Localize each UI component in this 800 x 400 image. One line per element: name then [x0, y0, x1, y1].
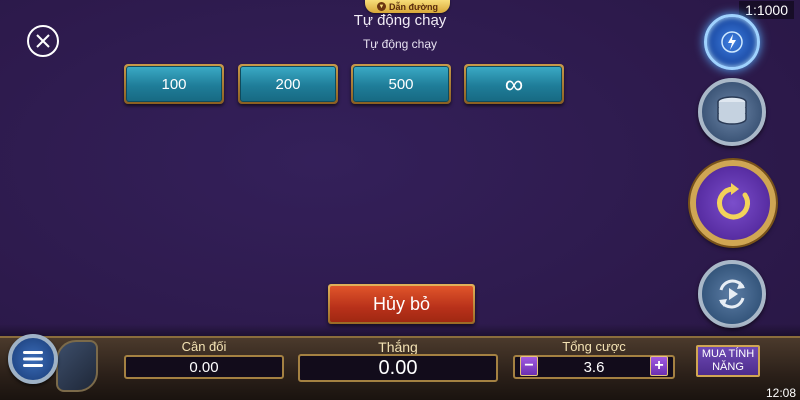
page-subtitle: Tự động chạy	[362, 37, 438, 51]
autoplay-option-infinite[interactable]: ∞	[464, 64, 564, 104]
decrease-bet-button[interactable]: −	[520, 356, 538, 376]
page-title: Tự động chạy	[353, 12, 447, 29]
status-time: 12:08	[765, 386, 796, 400]
spin-button[interactable]	[698, 260, 766, 328]
bet-settings-button[interactable]	[698, 78, 766, 146]
bottom-shadow	[0, 324, 800, 336]
coin-stack-icon	[717, 96, 747, 125]
close-icon	[36, 34, 50, 48]
rate-label: 1:1000	[739, 1, 794, 19]
infinity-icon: ∞	[466, 66, 562, 102]
close-button[interactable]	[27, 25, 59, 57]
autoplay-option-label: 200	[240, 66, 336, 102]
refresh-play-icon	[719, 279, 745, 309]
cancel-button[interactable]: Hủy bỏ	[328, 284, 475, 324]
balance-value: 0.00	[124, 355, 284, 379]
autoplay-option-500[interactable]: 500	[351, 64, 451, 104]
cancel-button-label: Hủy bỏ	[330, 286, 473, 322]
decorative-emblem	[56, 340, 98, 392]
hamburger-icon	[23, 351, 43, 367]
increase-bet-button[interactable]: +	[650, 356, 668, 376]
win-label: Thắng	[378, 339, 418, 355]
autoplay-option-label: 100	[126, 66, 222, 102]
menu-button[interactable]	[8, 334, 58, 384]
game-screen: ▼ Dẫn đường Tự động chạy Tự động chạy 1:…	[0, 0, 800, 400]
autoplay-button[interactable]	[690, 160, 776, 246]
win-value: 0.00	[298, 354, 498, 382]
autoplay-option-label: 500	[353, 66, 449, 102]
buy-feature-button[interactable]: MUA TÍNH NĂNG	[696, 345, 760, 377]
autoplay-option-200[interactable]: 200	[238, 64, 338, 104]
total-bet-label: Tổng cược	[562, 339, 626, 354]
lightning-icon	[721, 31, 743, 53]
autoplay-option-100[interactable]: 100	[124, 64, 224, 104]
autoplay-icon	[717, 183, 750, 220]
turbo-button[interactable]	[704, 14, 760, 70]
guide-tab-label: Dẫn đường	[389, 1, 438, 12]
chevron-down-icon: ▼	[377, 2, 387, 11]
balance-label: Cân đối	[181, 339, 227, 354]
